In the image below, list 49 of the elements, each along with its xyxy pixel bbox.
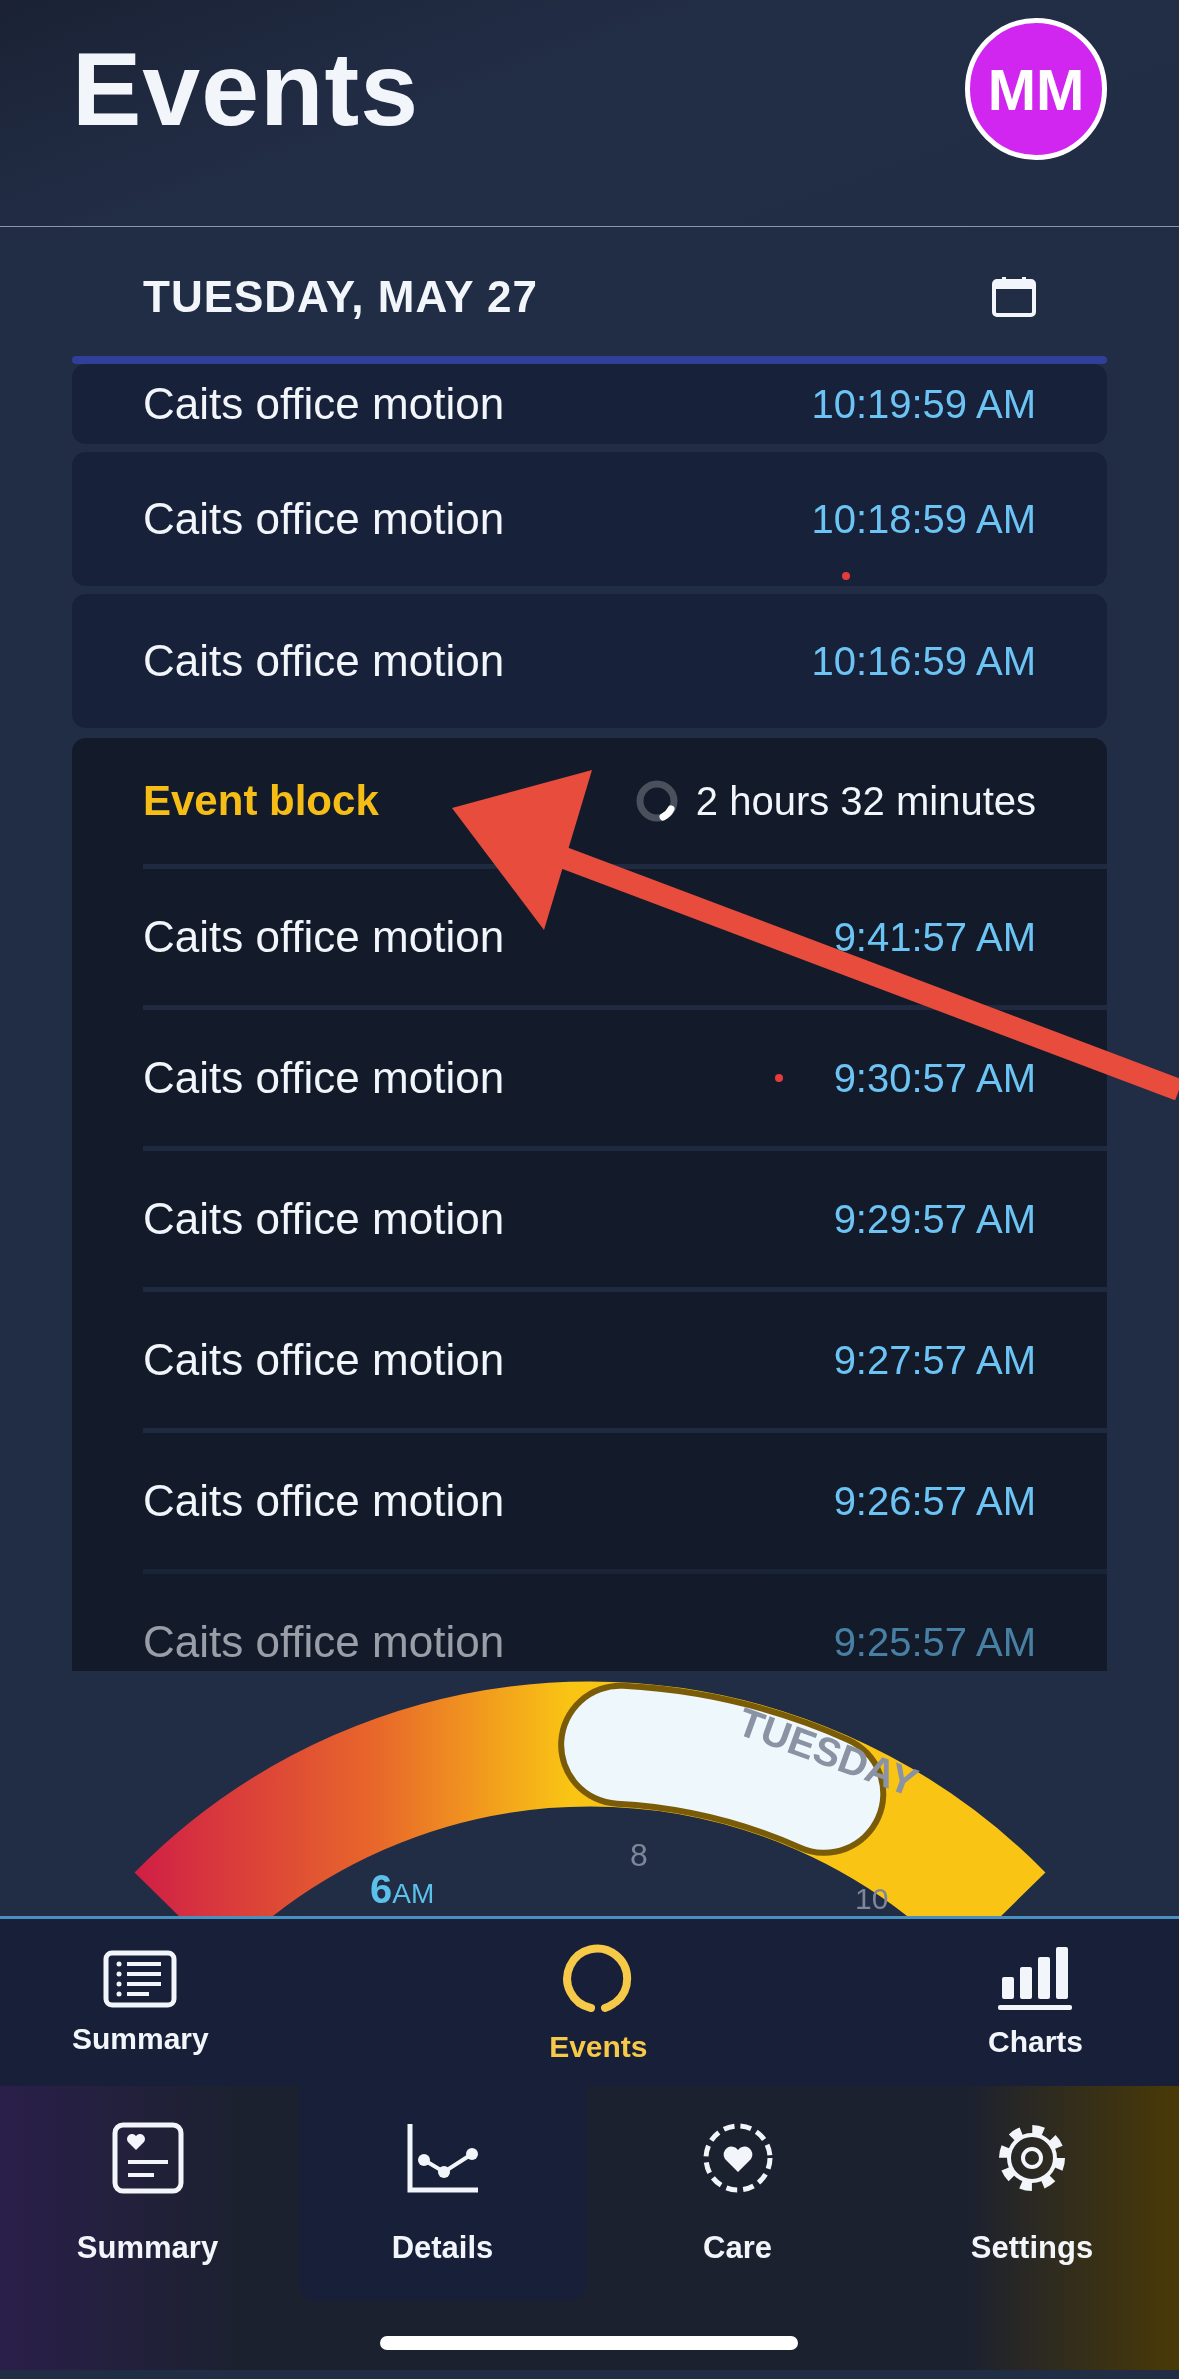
event-time: 9:41:57 AM [833, 914, 1036, 960]
tab[interactable]: Summary [72, 1949, 209, 2056]
calendar-icon[interactable] [992, 276, 1036, 317]
event-label: Caits office motion [143, 1053, 505, 1103]
event-label: Caits office motion [143, 1194, 505, 1244]
event-row[interactable]: Caits office motion 9:25:57 AM [143, 1569, 1107, 1671]
page-title: Events [72, 29, 420, 149]
event-time: 10:18:59 AM [811, 496, 1036, 542]
event-row[interactable]: Caits office motion 9:26:57 AM [143, 1428, 1107, 1569]
hour-label: 8 [630, 1837, 648, 1873]
event-label: Caits office motion [143, 494, 505, 544]
line-chart-icon [405, 2122, 480, 2194]
event-time: 9:26:57 AM [833, 1478, 1036, 1524]
heart-circle-icon [701, 2122, 774, 2194]
event-label: Caits office motion [143, 912, 505, 962]
nav-item[interactable]: Settings [885, 2086, 1179, 2301]
event-time: 9:25:57 AM [833, 1619, 1036, 1665]
event-row[interactable]: Caits office motion 9:29:57 AM [143, 1146, 1107, 1287]
hour-label: 10 [855, 1882, 889, 1915]
event-time: 9:30:57 AM [833, 1055, 1036, 1101]
event-row[interactable]: Caits office motion 9:30:57 AM [143, 1005, 1107, 1146]
event-label: Caits office motion [143, 1335, 505, 1385]
duration-text: 2 hours 32 minutes [695, 778, 1036, 824]
time-dial-drawing[interactable] [137, 1682, 1043, 1916]
bar-chart-icon [998, 1946, 1073, 2011]
event-row[interactable]: Caits office motion 10:18:59 AM [72, 452, 1107, 586]
tab[interactable]: Events [549, 1941, 648, 2064]
event-time: 9:29:57 AM [833, 1196, 1036, 1242]
event-time: 10:19:59 AM [811, 381, 1036, 427]
nav-item[interactable]: Care [590, 2086, 885, 2301]
event-row[interactable]: Caits office motion 10:19:59 AM [72, 364, 1107, 444]
event-label: Caits office motion [143, 1476, 505, 1526]
event-row[interactable]: Caits office motion 9:27:57 AM [143, 1287, 1107, 1428]
nav-item[interactable]: Details [299, 2086, 586, 2301]
list-icon [103, 1949, 178, 2008]
event-row[interactable]: Caits office motion 10:16:59 AM [72, 594, 1107, 728]
date-heading: TUESDAY, MAY 27 [143, 271, 538, 322]
event-label: Caits office motion [143, 379, 505, 429]
nav-item[interactable]: Summary [0, 2086, 295, 2301]
event-block-title: Event block [143, 777, 379, 825]
settings-icon [996, 2122, 1068, 2194]
avatar[interactable]: MM [965, 18, 1107, 160]
event-label: Caits office motion [143, 636, 505, 686]
event-time: 10:16:59 AM [811, 638, 1036, 684]
event-label: Caits office motion [143, 1617, 505, 1667]
event-time: 9:27:57 AM [833, 1337, 1036, 1383]
tab[interactable]: Charts [987, 1946, 1083, 2059]
heart-card-icon [111, 2122, 184, 2194]
current-hour-label: 6AM [370, 1867, 435, 1911]
